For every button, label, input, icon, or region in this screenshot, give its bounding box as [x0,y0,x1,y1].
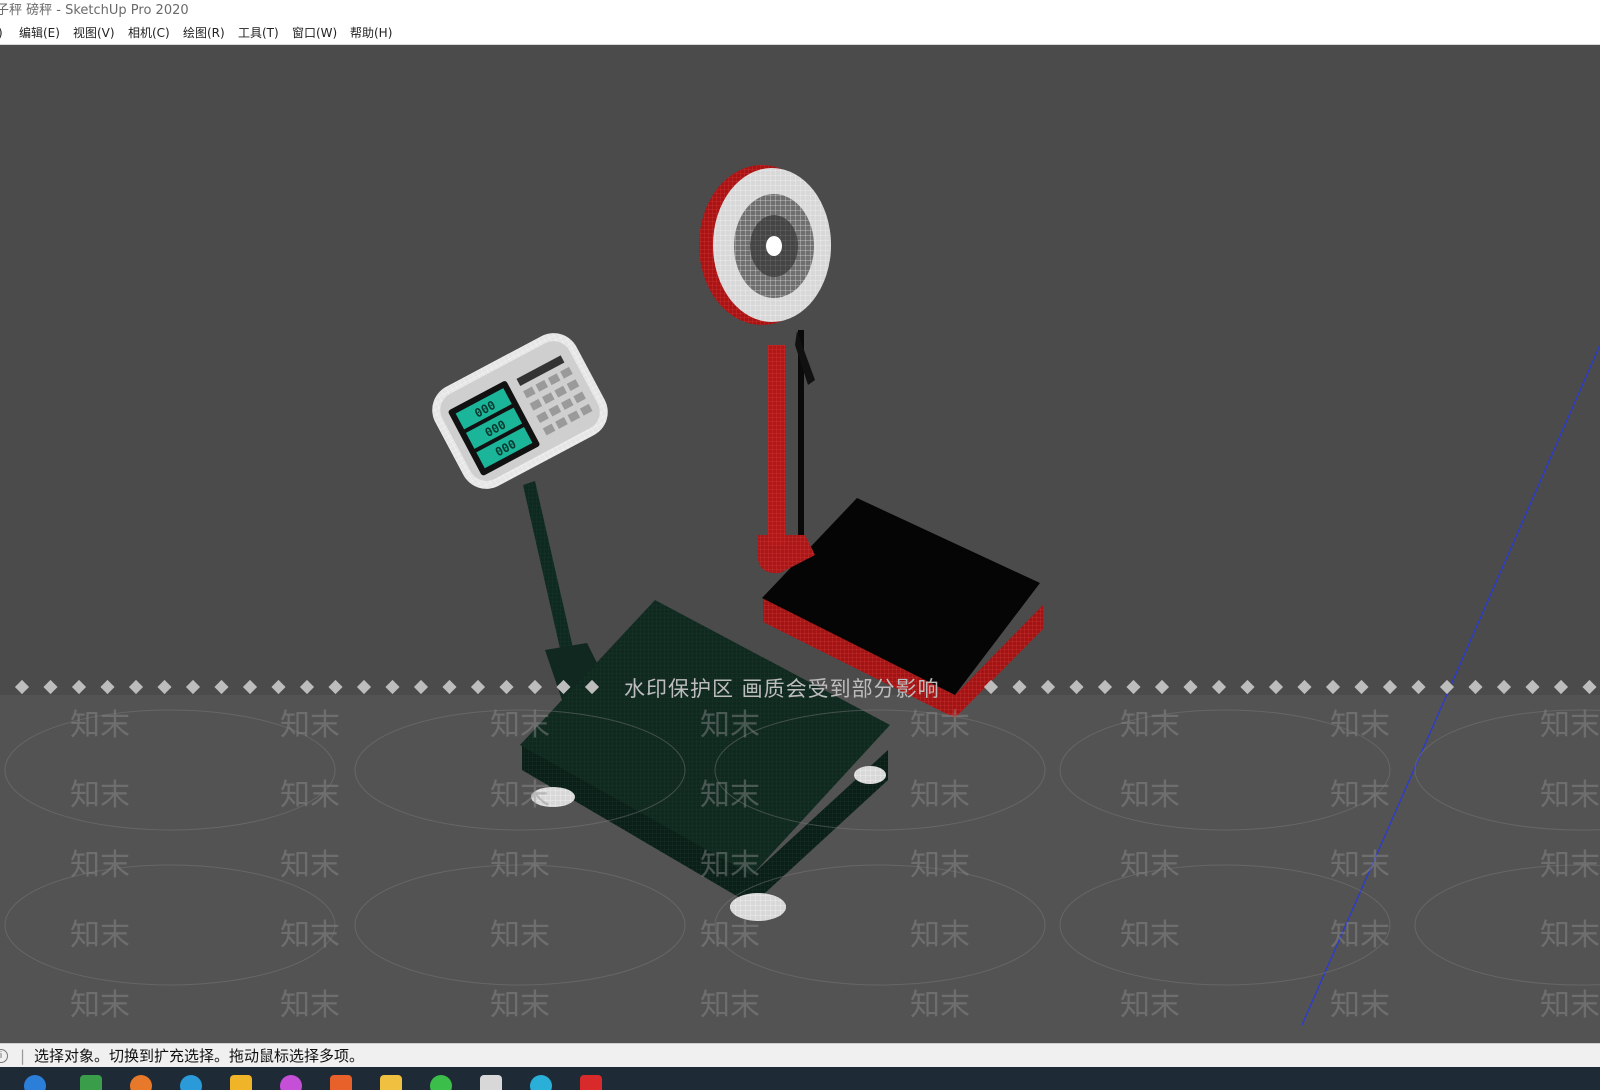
watermark-text: 知末 [280,918,340,953]
watermark-text: 知末 [1540,988,1600,1023]
menu-window[interactable]: 窗口(W) [292,22,337,44]
image-icon[interactable] [80,1075,102,1090]
watermark-text: 知末 [1540,708,1600,743]
menu-view[interactable]: 视图(V) [73,22,115,44]
watermark-text: 知末 [70,988,130,1023]
watermark-text: 知末 [700,988,760,1023]
watermark-text: 知末 [490,988,550,1023]
edge-icon[interactable] [530,1075,552,1090]
browser-icon[interactable] [24,1075,46,1090]
watermark-text: 知末 [910,778,970,813]
watermark-text: 知末 [490,918,550,953]
blue-app-icon[interactable] [180,1075,202,1090]
watermark-text: 知末 [1540,918,1600,953]
folder-app-icon[interactable] [230,1075,252,1090]
watermark-text: 知末 [70,778,130,813]
watermark-text: 知末 [70,708,130,743]
watermark-text: 知末 [910,918,970,953]
watermark-text: 知末 [1120,988,1180,1023]
menu-edit[interactable]: 编辑(E) [19,22,60,44]
watermark-text: 知末 [70,848,130,883]
watermark-text: 知末 [910,708,970,743]
watermark-text: 知末 [280,988,340,1023]
status-bar: i | 选择对象。切换到扩充选择。拖动鼠标选择多项。 [0,1043,1600,1068]
watermark-notice: 水印保护区 画质会受到部分影响 [0,671,1600,701]
wechat-icon[interactable] [430,1075,452,1090]
menu-tools[interactable]: 工具(T) [238,22,279,44]
watermark-text: 知末 [700,708,760,743]
watermark-text: 知末 [1330,848,1390,883]
status-separator: | [20,1047,26,1065]
watermark-text: 知末 [490,778,550,813]
menu-help[interactable]: 帮助(H) [350,22,392,44]
watermark-text: 知末 [910,848,970,883]
watermark-text: 知末 [490,708,550,743]
watermark-text: 知末 [280,848,340,883]
color-app-icon[interactable] [280,1075,302,1090]
menu-file[interactable]: ) [0,22,3,44]
office-app-icon[interactable] [330,1075,352,1090]
dial-center [766,236,782,256]
watermark-text: 知末 [1540,778,1600,813]
watermark-text: 知末 [910,988,970,1023]
watermark-text: 知末 [1120,918,1180,953]
watermark-text: 知末 [1330,708,1390,743]
menu-camera[interactable]: 相机(C) [128,22,170,44]
status-message: 选择对象。切换到扩充选择。拖动鼠标选择多项。 [34,1047,365,1065]
taskbar [0,1067,1600,1090]
sketchup-icon[interactable] [480,1075,502,1090]
watermark-text: 知末 [1120,778,1180,813]
menu-draw[interactable]: 绘图(R) [183,22,225,44]
watermark-notice-text: 水印保护区 画质会受到部分影响 [624,677,940,701]
window-title: 子秤 磅秤 - SketchUp Pro 2020 [0,3,189,18]
orange-app-icon[interactable] [130,1075,152,1090]
watermark-text: 知末 [1120,848,1180,883]
digital-indicator-head: 000 000 000 [432,333,608,489]
info-icon[interactable]: i [0,1049,8,1063]
watermark-text: 知末 [1330,778,1390,813]
watermark-text: 知末 [1330,988,1390,1023]
menu-bar: ) 编辑(E) 视图(V) 相机(C) 绘图(R) 工具(T) 窗口(W) 帮助… [0,22,1600,45]
model-canvas[interactable]: 000 000 000 知末 知末 知末 知末 知末 知末 知末 知末知末 知末 知末 知末 知末 知末… [0,45,1600,1043]
watermark-text: 知末 [700,918,760,953]
title-bar: 子秤 磅秤 - SketchUp Pro 2020 [0,0,1600,22]
file-explorer-icon[interactable] [380,1075,402,1090]
watermark-text: 知末 [700,848,760,883]
watermark-text: 知末 [70,918,130,953]
pdf-icon[interactable] [580,1075,602,1090]
drawing-viewport[interactable]: 000 000 000 知末 知末 知末 知末 知末 知末 知末 知末 知末 知末 知末 知末 知末 知末… [0,45,1600,1043]
dial-platform-scale [699,165,1043,718]
watermark-text: 知末 [1330,918,1390,953]
